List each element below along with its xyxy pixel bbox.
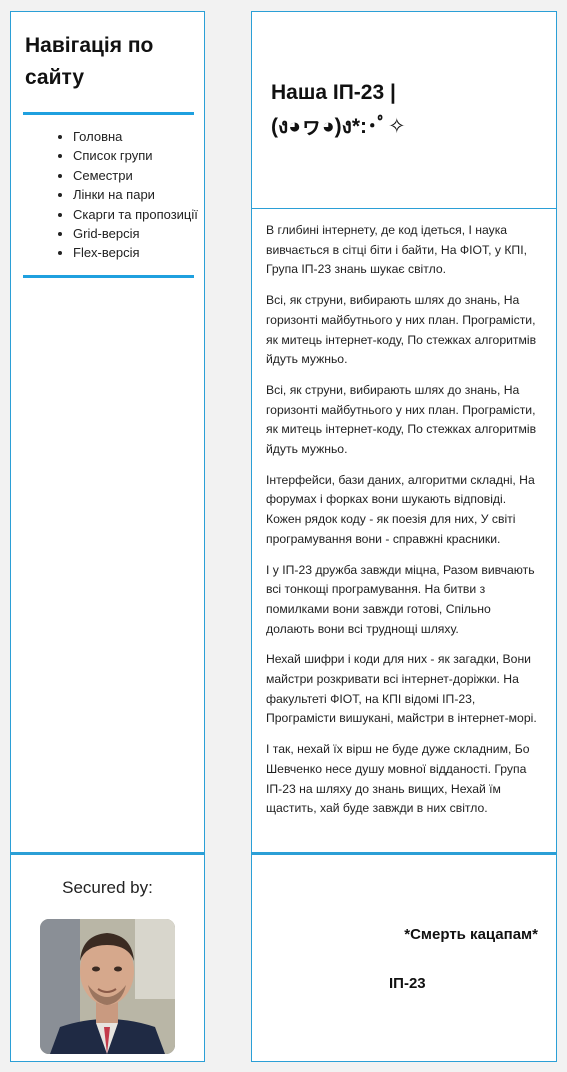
poem-paragraph: Всі, як струни, вибирають шлях до знань,… bbox=[266, 382, 537, 457]
poem-paragraph: І у ІП-23 дружба завжди міцна, Разом вив… bbox=[266, 562, 535, 636]
nav-link-group-list[interactable]: Список групи bbox=[73, 148, 153, 163]
person-photo bbox=[40, 919, 175, 1054]
secured-by-label: Secured by: bbox=[62, 878, 153, 897]
page-footer: *Смерть кацапам* ІП-23 bbox=[251, 852, 557, 1062]
nav-item-semesters[interactable]: Семестри bbox=[73, 166, 204, 185]
footer-group-name: ІП-23 bbox=[389, 975, 426, 992]
nav-divider-bottom bbox=[23, 274, 194, 278]
nav-list: Головна Список групи Семестри Лінки на п… bbox=[11, 127, 204, 263]
poem-paragraph: Всі, як струни, вибирають шлях до знань,… bbox=[266, 293, 537, 367]
nav-link-semesters[interactable]: Семестри bbox=[73, 168, 133, 183]
nav-link-complaints[interactable]: Скарги та пропозиції bbox=[73, 207, 198, 222]
main-content: В глибині інтернету, де код ідеться, І н… bbox=[251, 208, 557, 853]
footer-motto: *Смерть кацапам* bbox=[404, 926, 538, 943]
nav-link-class-links[interactable]: Лінки на пари bbox=[73, 187, 155, 202]
nav-item-grid-version[interactable]: Grid-версія bbox=[73, 224, 204, 243]
poem-paragraph: І так, нехай їх вірш не буде дуже складн… bbox=[266, 742, 530, 816]
nav-item-class-links[interactable]: Лінки на пари bbox=[73, 185, 204, 204]
nav-title: Навігація по сайту bbox=[25, 34, 154, 89]
avatar bbox=[40, 919, 175, 1054]
poem-paragraph: Нехай шифри і коди для них - як загадки,… bbox=[266, 652, 537, 726]
nav-item-complaints[interactable]: Скарги та пропозиції bbox=[73, 205, 204, 224]
poem-paragraph: Інтерфейси, бази даних, алгоритми складн… bbox=[266, 472, 535, 546]
nav-item-flex-version[interactable]: Flex-версія bbox=[73, 243, 204, 262]
poem-paragraph: В глибині інтернету, де код ідеться, І н… bbox=[266, 223, 527, 277]
nav-link-home[interactable]: Головна bbox=[73, 129, 122, 144]
nav-item-home[interactable]: Головна bbox=[73, 127, 204, 146]
nav-divider-top bbox=[23, 112, 194, 115]
navigation-sidebar: Навігація по сайту Головна Список групи … bbox=[10, 11, 205, 853]
poem: В глибині інтернету, де код ідеться, І н… bbox=[252, 209, 556, 819]
nav-item-group-list[interactable]: Список групи bbox=[73, 146, 204, 165]
page-header: Наша ІП-23 | (ง◕ヮ◕)ง*:･ﾟ✧ bbox=[251, 11, 557, 209]
nav-link-flex-version[interactable]: Flex-версія bbox=[73, 245, 140, 260]
nav-link-grid-version[interactable]: Grid-версія bbox=[73, 226, 140, 241]
secured-by-panel: Secured by: bbox=[10, 852, 205, 1062]
page-title: Наша ІП-23 | (ง◕ヮ◕)ง*:･ﾟ✧ bbox=[271, 81, 406, 138]
